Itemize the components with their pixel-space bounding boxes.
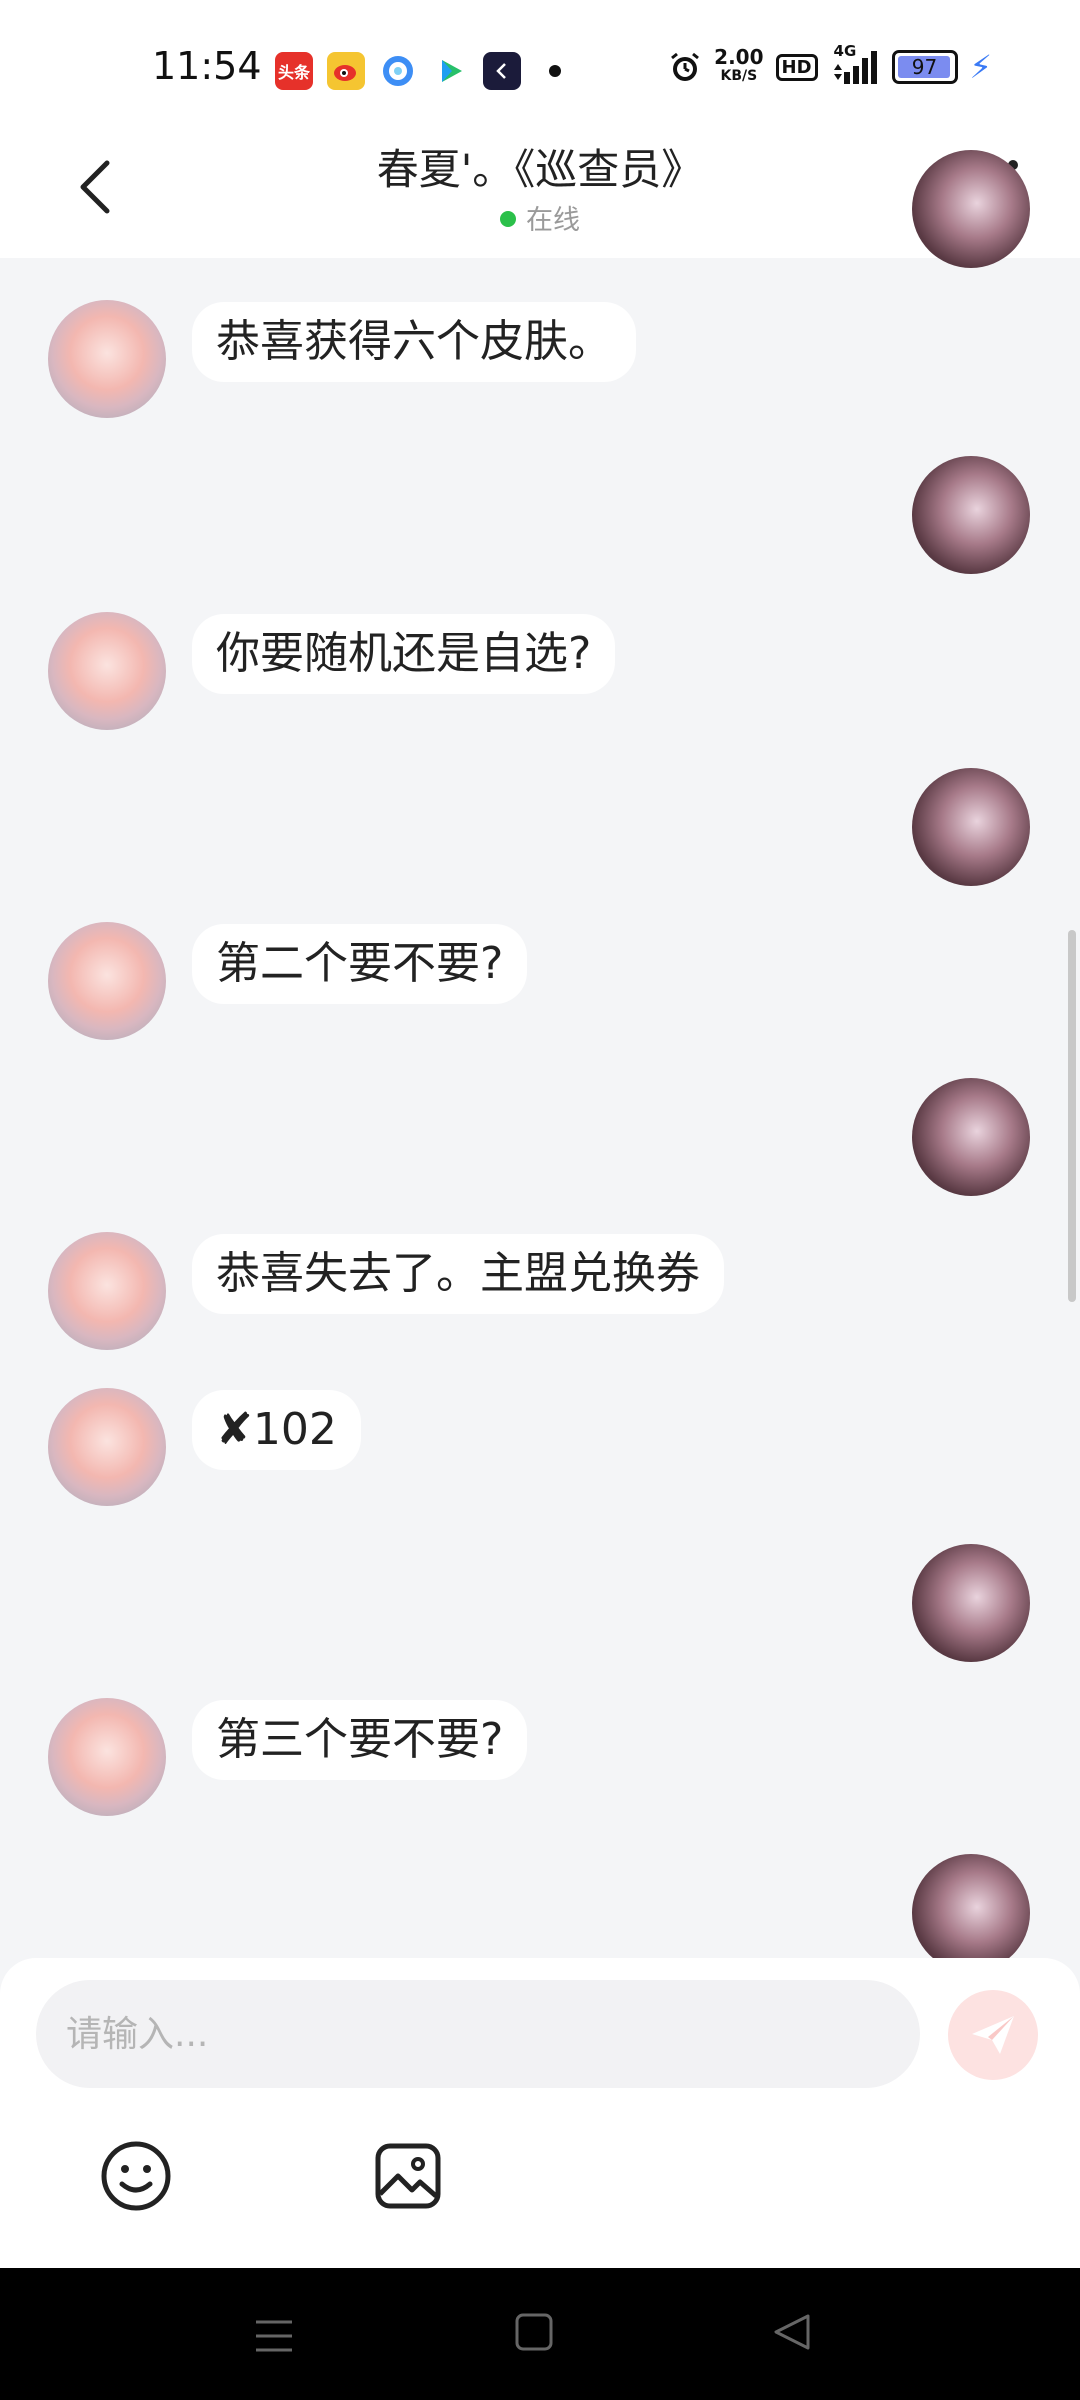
status-bar: 11:54 头条 2.00 KB/S HD 4G 97 ⚡ bbox=[0, 0, 1080, 120]
avatar[interactable] bbox=[912, 1544, 1030, 1662]
status-time: 11:54 bbox=[152, 44, 262, 88]
emoji-button[interactable] bbox=[96, 2136, 176, 2216]
avatar[interactable] bbox=[912, 768, 1030, 886]
message-bubble[interactable]: ✘102 bbox=[192, 1390, 361, 1470]
avatar[interactable] bbox=[48, 1232, 166, 1350]
avatar[interactable] bbox=[48, 1698, 166, 1816]
home-square-icon bbox=[515, 2313, 553, 2351]
message-bubble[interactable]: 第三个要不要? bbox=[192, 1700, 528, 1780]
image-button[interactable] bbox=[368, 2136, 448, 2216]
avatar[interactable] bbox=[912, 1854, 1030, 1972]
avatar[interactable] bbox=[912, 456, 1030, 574]
avatar[interactable] bbox=[48, 1388, 166, 1506]
message-input[interactable] bbox=[36, 1980, 920, 2088]
online-dot bbox=[500, 210, 516, 227]
back-triangle-icon bbox=[774, 2314, 810, 2350]
alarm-icon bbox=[671, 52, 700, 81]
message-bubble[interactable]: 你要随机还是自选? bbox=[192, 614, 616, 694]
notification-icons: 头条 bbox=[275, 52, 561, 90]
send-button[interactable] bbox=[948, 1990, 1038, 2080]
avatar[interactable] bbox=[48, 922, 166, 1040]
system-back-button[interactable] bbox=[772, 2312, 812, 2356]
app-icon bbox=[483, 52, 521, 90]
online-status-text: 在线 bbox=[526, 205, 580, 236]
recent-apps-button[interactable] bbox=[254, 2316, 294, 2360]
toutiao-label: 头条 bbox=[277, 63, 310, 82]
battery-icon: 97 bbox=[891, 50, 958, 84]
message-bubble[interactable]: 恭喜获得六个皮肤。 bbox=[192, 302, 636, 382]
smile-icon bbox=[101, 2141, 171, 2211]
avatar[interactable] bbox=[48, 612, 166, 730]
send-icon bbox=[972, 2016, 1014, 2054]
home-button[interactable] bbox=[514, 2312, 554, 2356]
more-notifications-dot bbox=[549, 65, 561, 77]
scrollbar[interactable] bbox=[1068, 930, 1076, 1302]
toutiao-icon: 头条 bbox=[275, 52, 313, 90]
message-bubble[interactable]: 恭喜失去了。主盟兑换券 bbox=[192, 1234, 724, 1314]
status-indicators: 2.00 KB/S HD 4G 97 ⚡ bbox=[668, 42, 992, 86]
avatar[interactable] bbox=[912, 150, 1030, 268]
hd-badge: HD bbox=[775, 53, 818, 81]
battery-level: 97 bbox=[911, 55, 938, 79]
browser-icon bbox=[379, 52, 417, 90]
charging-icon: ⚡ bbox=[969, 48, 992, 86]
input-panel bbox=[0, 1958, 1080, 2268]
avatar[interactable] bbox=[912, 1078, 1030, 1196]
network-speed-value: 2.00 bbox=[714, 45, 764, 69]
chat-screen: 11:54 头条 2.00 KB/S HD 4G 97 ⚡ 春夏'。《巡查员》 … bbox=[0, 0, 1080, 2400]
signal-icon: 4G bbox=[830, 42, 880, 86]
system-nav-bar bbox=[0, 2268, 1080, 2400]
message-bubble[interactable]: 第二个要不要? bbox=[192, 924, 528, 1004]
network-speed: 2.00 KB/S bbox=[714, 45, 764, 86]
image-icon bbox=[375, 2143, 441, 2209]
avatar[interactable] bbox=[48, 300, 166, 418]
weibo-icon bbox=[327, 52, 365, 90]
menu-icon bbox=[256, 2320, 292, 2352]
network-speed-unit: KB/S bbox=[720, 68, 758, 84]
video-icon bbox=[431, 52, 469, 90]
